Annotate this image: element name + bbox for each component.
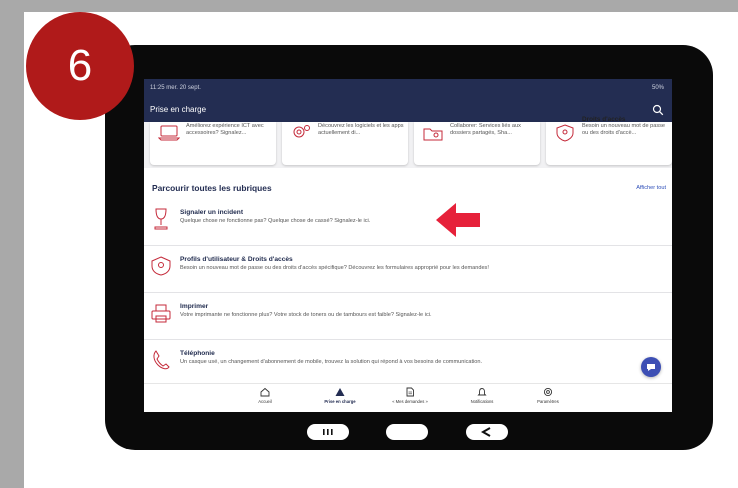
nav-my-requests[interactable]: « Mes demandes » xyxy=(380,387,440,404)
bottom-nav: Accueil Prise en charge « Mes demandes »… xyxy=(144,383,672,412)
card-desc: Besoin un nouveau mot de passe ou des dr… xyxy=(582,123,666,136)
item-description: Un casque usé, un changement d'abonnemen… xyxy=(180,359,483,365)
printer-icon xyxy=(151,304,171,323)
incident-icon xyxy=(154,208,168,230)
item-title: Imprimer xyxy=(180,303,209,310)
folder-people-icon xyxy=(423,128,443,141)
page-title: Prise en charge xyxy=(150,105,207,114)
nav-label: Notifications xyxy=(470,399,494,404)
item-description: Quelque chose ne fonctionne pas? Quelque… xyxy=(180,218,371,224)
pointer-arrow-icon xyxy=(436,203,480,237)
card-title: Droits d'accès xyxy=(582,116,626,123)
warning-icon xyxy=(335,388,345,396)
section-title: Parcourir toutes les rubriques xyxy=(152,183,272,193)
item-description: Besoin un nouveau mot de passe ou des dr… xyxy=(180,265,489,271)
top-band xyxy=(0,0,738,12)
back-chevron-icon xyxy=(480,427,491,437)
card-text: Collaborer: Services liés aux dossiers p… xyxy=(450,123,521,136)
search-icon[interactable] xyxy=(652,104,664,116)
item-title: Signaler un incident xyxy=(180,209,244,216)
recent-apps-icon xyxy=(323,429,333,435)
show-all-link[interactable]: Afficher tout xyxy=(636,185,666,191)
gears-icon xyxy=(293,125,310,138)
nav-label: « Mes demandes » xyxy=(392,399,428,404)
list-item-telephony[interactable]: Téléphonie Un casque usé, un changement … xyxy=(144,340,672,387)
nav-label: Paramètres xyxy=(537,399,559,404)
app-screen: 11:25 mer. 20 sept. 50% Prise en charge … xyxy=(144,79,672,412)
step-number: 6 xyxy=(67,41,93,90)
chat-bubble-icon xyxy=(647,364,655,371)
chat-button[interactable] xyxy=(641,357,661,377)
shield-user-icon xyxy=(556,124,574,142)
category-card-collaborate[interactable]: Collaborer: Services liés aux dossiers p… xyxy=(414,122,540,165)
shield-user-icon xyxy=(151,256,171,276)
item-title: Téléphonie xyxy=(180,350,215,357)
list-item-report-incident[interactable]: Signaler un incident Quelque chose ne fo… xyxy=(144,199,672,246)
phone-icon xyxy=(153,350,170,370)
list-item-user-profiles[interactable]: Profils d'utilisateur & Droits d'accès B… xyxy=(144,246,672,293)
back-button[interactable] xyxy=(466,424,508,440)
category-card-software[interactable]: Découvrez les logiciels et les apps actu… xyxy=(282,122,408,165)
battery-level: 50% xyxy=(651,85,664,91)
status-bar: 11:25 mer. 20 sept. 50% xyxy=(144,79,672,99)
category-card-accessories[interactable]: Améliorez expérience ICT avec accessoire… xyxy=(150,122,276,165)
recent-apps-button[interactable] xyxy=(307,424,349,440)
item-description: Votre imprimante ne fonctionne plus? Vot… xyxy=(180,312,432,318)
document-icon xyxy=(406,387,414,397)
category-cards-row: Améliorez expérience ICT avec accessoire… xyxy=(144,116,672,168)
item-title: Profils d'utilisateur & Droits d'accès xyxy=(180,256,293,263)
bell-icon xyxy=(477,388,487,396)
laptop-icon xyxy=(158,125,180,141)
home-button[interactable] xyxy=(386,424,428,440)
status-time-date: 11:25 mer. 20 sept. xyxy=(150,85,201,91)
nav-support[interactable]: Prise en charge xyxy=(310,387,370,404)
card-text: Améliorez expérience ICT avec accessoire… xyxy=(186,123,264,136)
nav-home[interactable]: Accueil xyxy=(235,387,295,404)
settings-icon xyxy=(543,387,553,397)
step-badge: 6 xyxy=(26,12,134,120)
category-card-access-rights[interactable]: Droits d'accès Besoin un nouveau mot de … xyxy=(546,116,672,165)
nav-label: Prise en charge xyxy=(324,399,356,404)
card-text: Droits d'accès Besoin un nouveau mot de … xyxy=(582,116,668,137)
nav-label: Accueil xyxy=(258,399,272,404)
home-icon xyxy=(260,387,270,397)
list-item-print[interactable]: Imprimer Votre imprimante ne fonctionne … xyxy=(144,293,672,340)
nav-notifications[interactable]: Notifications xyxy=(452,387,512,404)
card-text: Découvrez les logiciels et les apps actu… xyxy=(318,123,404,136)
nav-settings[interactable]: Paramètres xyxy=(518,387,578,404)
